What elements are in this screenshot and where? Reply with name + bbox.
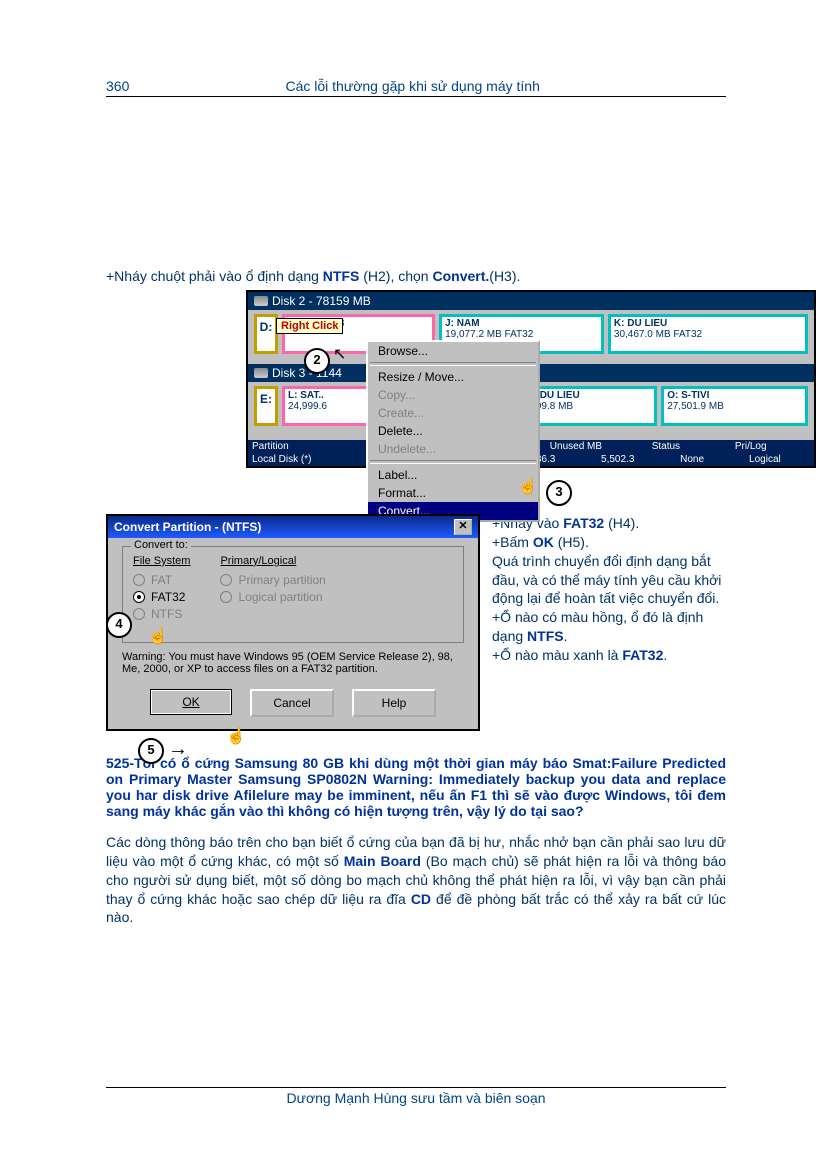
menu-separator — [370, 460, 536, 464]
hand-pointer-icon: ☝ — [148, 626, 168, 646]
dialog-row: Convert Partition - (NTFS) ✕ Convert to:… — [106, 514, 726, 731]
tr-prilog: Logical — [749, 454, 810, 465]
disk2-header: Disk 2 - 78159 MB — [248, 292, 814, 310]
convert-partition-dialog: Convert Partition - (NTFS) ✕ Convert to:… — [106, 514, 480, 731]
convert-to-group: Convert to: File System FAT FAT32 NTFS P… — [122, 546, 464, 643]
right-click-tooltip: Right Click — [276, 318, 343, 334]
ntfs-keyword: NTFS — [527, 628, 564, 644]
disk-icon — [254, 368, 268, 378]
cd-keyword: CD — [411, 891, 431, 907]
page-number: 360 — [106, 78, 129, 94]
ok-keyword: OK — [533, 534, 554, 550]
callout-3: 3 — [546, 480, 572, 506]
part-k-size: 30,467.0 MB FAT32 — [614, 329, 802, 340]
th-prilog: Pri/Log — [735, 441, 810, 452]
convert-keyword: Convert. — [432, 268, 489, 284]
radio-fat: FAT — [133, 573, 190, 587]
radio-ntfs: NTFS — [133, 607, 190, 621]
answer-525: Các dòng thông báo trên cho bạn biết ổ c… — [106, 833, 726, 927]
intro-paragraph: +Nháy chuột phải vào ổ định dạng NTFS (H… — [106, 267, 726, 286]
ntfs-keyword: NTFS — [323, 268, 360, 284]
part-k[interactable]: K: DU LIEU 30,467.0 MB FAT32 — [608, 314, 808, 354]
page-header: 360 Các lỗi thường gặp khi sử dụng máy t… — [106, 78, 726, 97]
partition-magic-window: Disk 2 - 78159 MB D: 14,207.9 MB J: NAM … — [246, 290, 816, 468]
part-d-letter[interactable]: D: — [254, 314, 278, 354]
radio-fat32[interactable]: FAT32 — [133, 590, 190, 604]
menu-resize[interactable]: Resize / Move... — [368, 368, 538, 386]
close-button[interactable]: ✕ — [454, 519, 472, 535]
radio-primary: Primary partition — [220, 573, 325, 587]
fat32-keyword: FAT32 — [563, 515, 604, 531]
tr-status: None — [680, 454, 741, 465]
context-menu: Browse... Resize / Move... Copy... Creat… — [366, 340, 540, 522]
radio-icon — [133, 608, 145, 620]
menu-browse[interactable]: Browse... — [368, 342, 538, 360]
tr-unused: 5,502.3 — [601, 454, 672, 465]
radio-icon — [133, 591, 145, 603]
dialog-titlebar: Convert Partition - (NTFS) ✕ — [108, 516, 478, 538]
menu-separator — [370, 362, 536, 366]
help-button[interactable]: Help — [352, 689, 436, 717]
group-label: Convert to: — [131, 539, 191, 551]
intro-text-a: +Nháy chuột phải vào ổ định dạng — [106, 268, 323, 284]
callout-2: 2 — [304, 348, 330, 374]
dialog-buttons: OK Cancel Help — [122, 689, 464, 717]
header-spacer — [696, 78, 726, 94]
arrow-right-icon: → — [168, 738, 188, 761]
hand-pointer-icon: ☝ — [226, 726, 246, 746]
side-instructions: +Nháy vào FAT32 (H4). +Bấm OK (H5). Quá … — [492, 514, 726, 665]
radio-logical: Logical partition — [220, 590, 325, 604]
ok-button[interactable]: OK — [150, 689, 232, 715]
part-j-size: 19,077.2 MB FAT32 — [445, 329, 598, 340]
cancel-button[interactable]: Cancel — [250, 689, 334, 717]
disk2-title: Disk 2 - 78159 MB — [272, 294, 371, 308]
part-o[interactable]: O: S-TIVI 27,501.9 MB — [661, 386, 808, 426]
part-o-size: 27,501.9 MB — [667, 401, 802, 412]
part-k-label: K: DU LIEU — [614, 318, 802, 329]
menu-undelete: Undelete... — [368, 440, 538, 458]
menu-create: Create... — [368, 404, 538, 422]
callout-4: 4 — [106, 612, 132, 638]
menu-delete[interactable]: Delete... — [368, 422, 538, 440]
pl-heading: Primary/Logical — [220, 555, 325, 567]
radio-icon — [220, 591, 232, 603]
radio-icon — [220, 574, 232, 586]
hand-pointer-icon: ☝ — [518, 476, 538, 496]
part-e-letter[interactable]: E: — [254, 386, 278, 426]
options-columns: File System FAT FAT32 NTFS Primary/Logic… — [133, 555, 453, 624]
menu-label[interactable]: Label... — [368, 466, 538, 484]
callout-5: 5 — [138, 738, 164, 764]
side-line5: +Ổ nào màu xanh là FAT32. — [492, 646, 726, 665]
side-line2: +Bấm OK (H5). — [492, 533, 726, 552]
mainboard-keyword: Main Board — [344, 853, 421, 869]
menu-copy: Copy... — [368, 386, 538, 404]
side-line3: Quá trình chuyển đổi định dạng bắt đầu, … — [492, 552, 726, 609]
th-unused: Unused MB — [550, 441, 644, 452]
part-j-label: J: NAM — [445, 318, 598, 329]
question-525: 525-Tôi có ổ cứng Samsung 80 GB khi dùng… — [106, 755, 726, 819]
partition-magic-figure: Disk 2 - 78159 MB D: 14,207.9 MB J: NAM … — [246, 290, 726, 510]
page-title: Các lỗi thường gặp khi sử dụng máy tính — [285, 78, 539, 94]
warning-text: Warning: You must have Windows 95 (OEM S… — [122, 651, 464, 675]
cursor-icon: ↖ — [333, 344, 346, 364]
th-status: Status — [652, 441, 727, 452]
radio-icon — [133, 574, 145, 586]
intro-text-c: (H3). — [489, 268, 520, 284]
side-line4: +Ổ nào có màu hồng, ổ đó là định dạng NT… — [492, 608, 726, 646]
page-footer: Dương Mạnh Hùng sưu tầm và biên soạn — [106, 1087, 726, 1106]
disk-icon — [254, 296, 268, 306]
file-system-column: File System FAT FAT32 NTFS — [133, 555, 190, 624]
intro-text-b: (H2), chọn — [359, 268, 432, 284]
menu-format[interactable]: Format... — [368, 484, 538, 502]
primary-logical-column: Primary/Logical Primary partition Logica… — [220, 555, 325, 624]
fat32-keyword: FAT32 — [622, 647, 663, 663]
dialog-title-text: Convert Partition - (NTFS) — [114, 520, 261, 534]
fs-heading: File System — [133, 555, 190, 567]
document-page: 360 Các lỗi thường gặp khi sử dụng máy t… — [0, 0, 816, 1166]
part-o-label: O: S-TIVI — [667, 390, 802, 401]
